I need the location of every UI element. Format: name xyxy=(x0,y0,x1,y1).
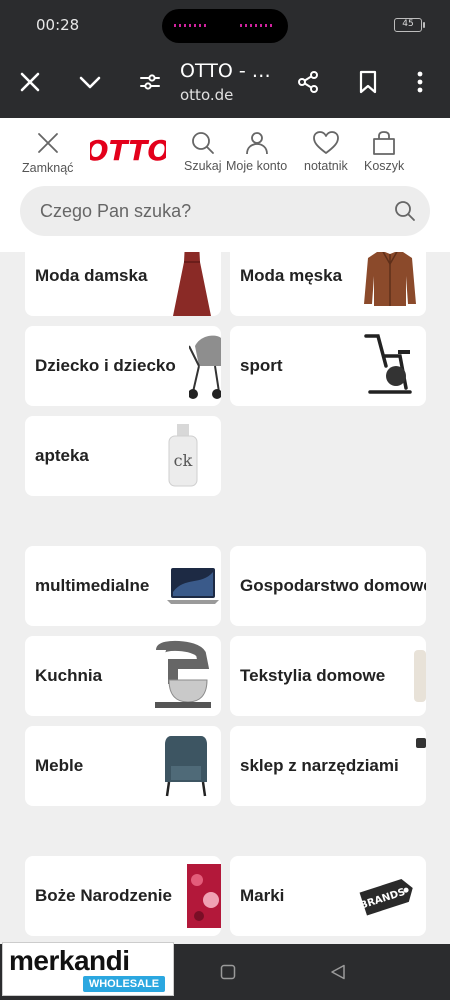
cart-button[interactable]: Koszyk xyxy=(364,130,404,173)
armchair-image xyxy=(165,736,207,797)
battery-level: 45 xyxy=(402,19,414,29)
search-icon xyxy=(191,132,214,154)
close-tab-button[interactable] xyxy=(12,64,48,100)
category-card-narzedzia[interactable]: sklep z narzędziami xyxy=(230,726,426,806)
category-card-dziecko[interactable]: Dziecko i dziecko xyxy=(25,326,221,406)
status-time: 00:28 xyxy=(36,16,80,34)
browser-toolbar: OTTO - … otto.de xyxy=(0,50,450,118)
sliders-icon xyxy=(140,74,160,90)
merkandi-logo-text: merkandi xyxy=(9,945,130,976)
tool-image xyxy=(416,738,426,748)
merkandi-watermark: merkandi WHOLESALE xyxy=(2,942,174,996)
page-url[interactable]: otto.de xyxy=(180,86,233,104)
category-card-sport[interactable]: sport xyxy=(230,326,426,406)
site-settings-button[interactable] xyxy=(132,64,168,100)
account-button[interactable]: Moje konto xyxy=(226,130,287,173)
share-button[interactable] xyxy=(290,64,326,100)
category-label: Gospodarstwo domowe xyxy=(240,576,426,595)
category-card-marki[interactable]: Marki BRANDS xyxy=(230,856,426,936)
exercise-bike-image xyxy=(364,334,412,394)
brands-tag-image: BRANDS xyxy=(359,879,413,916)
close-icon xyxy=(20,72,40,92)
close-icon xyxy=(37,133,58,153)
home-button-icon[interactable] xyxy=(220,964,236,980)
search-nav-button[interactable]: Szukaj xyxy=(184,130,222,173)
otto-logo-mark: OTTO xyxy=(85,134,171,167)
more-options-button[interactable] xyxy=(402,64,438,100)
category-label: apteka xyxy=(35,446,89,465)
user-icon xyxy=(245,132,268,155)
heart-icon xyxy=(312,131,339,154)
category-card-tekstylia[interactable]: Tekstylia domowe xyxy=(230,636,426,716)
site-header: Zamknąć OTTO Szukaj Moje konto notatnik … xyxy=(0,118,450,252)
chevron-down-icon xyxy=(79,76,101,89)
category-label: Boże Narodzenie xyxy=(35,886,172,905)
category-list: Moda damska Moda męska Dziecko i dziecko xyxy=(0,252,450,944)
search-input[interactable] xyxy=(40,186,380,236)
page-title: OTTO - … xyxy=(180,60,271,82)
close-menu-button[interactable]: Zamknąć xyxy=(22,130,73,175)
search-nav-label: Szukaj xyxy=(184,159,222,173)
textile-image xyxy=(414,650,426,702)
category-label: sklep z narzędziami xyxy=(240,756,399,775)
close-menu-label: Zamknąć xyxy=(22,161,74,175)
category-card-meble[interactable]: Meble xyxy=(25,726,221,806)
category-label: Marki xyxy=(240,886,285,905)
perfume-bottle-image: ck xyxy=(168,424,198,487)
more-vertical-icon xyxy=(417,71,423,93)
cart-label: Koszyk xyxy=(364,159,405,173)
share-icon xyxy=(298,71,318,93)
island-indicator-right xyxy=(240,24,274,27)
minimize-button[interactable] xyxy=(72,64,108,100)
bookmark-button[interactable] xyxy=(350,64,386,100)
shopping-bag-icon xyxy=(373,131,396,155)
leather-jacket-image xyxy=(364,252,416,306)
category-card-moda-meska[interactable]: Moda męska xyxy=(230,252,426,316)
island-indicator-left xyxy=(174,24,208,27)
category-card-apteka[interactable]: apteka ck xyxy=(25,416,221,496)
status-bar: 00:28 45 xyxy=(0,0,450,50)
category-card-kuchnia[interactable]: Kuchnia xyxy=(25,636,221,716)
category-card-multimedialne[interactable]: multimedialne xyxy=(25,546,221,626)
category-card-boze-narodzenie[interactable]: Boże Narodzenie xyxy=(25,856,221,936)
category-label: Tekstylia domowe xyxy=(240,666,386,685)
stroller-image xyxy=(189,335,221,399)
merkandi-sub-text: WHOLESALE xyxy=(83,976,165,992)
wishlist-label: notatnik xyxy=(304,159,348,173)
logo-text: OTTO xyxy=(90,134,166,164)
search-submit-button[interactable] xyxy=(394,200,416,227)
search-bar[interactable] xyxy=(20,186,430,236)
bookmark-icon xyxy=(359,70,377,94)
category-label: Meble xyxy=(35,756,84,775)
category-label: multimedialne xyxy=(35,576,150,595)
dress-image xyxy=(173,252,211,316)
category-card-moda-damska[interactable]: Moda damska xyxy=(25,252,221,316)
category-label: Moda męska xyxy=(240,266,343,285)
battery-icon: 45 xyxy=(394,18,425,32)
christmas-decoration-image xyxy=(187,864,221,928)
category-label: Dziecko i dziecko xyxy=(35,356,176,375)
screen: 00:28 45 OTTO - … otto.de Zamknąć TT Szu… xyxy=(0,0,450,1000)
search-icon xyxy=(395,201,415,221)
category-label: Kuchnia xyxy=(35,666,103,685)
category-card-gospodarstwo[interactable]: Gospodarstwo domowe xyxy=(230,546,426,626)
dynamic-island xyxy=(162,9,288,43)
otto-logo[interactable]: OTTO xyxy=(85,134,171,167)
category-label: Moda damska xyxy=(35,266,148,285)
wishlist-button[interactable]: notatnik xyxy=(304,130,348,173)
perfume-label: ck xyxy=(174,451,193,470)
back-button-icon[interactable] xyxy=(330,964,346,980)
category-label: sport xyxy=(240,356,283,375)
account-label: Moje konto xyxy=(226,159,288,173)
laptop-image xyxy=(167,568,219,604)
stand-mixer-image xyxy=(155,640,211,708)
